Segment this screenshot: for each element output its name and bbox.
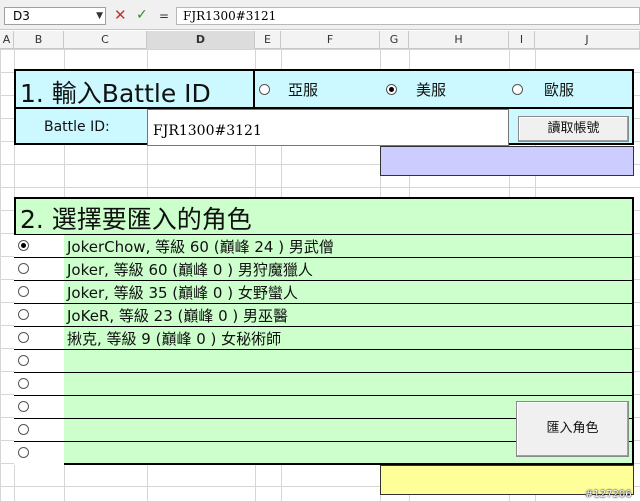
column-header-b[interactable]: B [14, 31, 64, 49]
character-radio-1[interactable] [18, 240, 29, 251]
region-label-asia: 亞服 [288, 81, 319, 99]
column-header-d[interactable]: D [147, 31, 255, 49]
enter-check-icon[interactable]: ✓ [136, 8, 148, 22]
section2-title: 2. 選擇要匯入的角色 [20, 205, 252, 234]
column-header-h[interactable]: H [409, 31, 509, 49]
cancel-icon[interactable]: ✕ [114, 8, 127, 23]
character-label-2: Joker, 等級 60 (巔峰 0 ) 男狩魔獵人 [67, 261, 313, 279]
row-divider [14, 257, 634, 258]
column-header-g[interactable]: G [380, 31, 409, 49]
column-header-j[interactable]: J [535, 31, 640, 49]
formula-input[interactable]: FJR1300#3121 [176, 7, 640, 25]
character-radio-10[interactable] [18, 447, 29, 458]
column-header-a[interactable]: A [0, 31, 14, 49]
watermark: #127206 [585, 489, 632, 500]
row-divider [14, 234, 634, 235]
region-radio-us[interactable] [386, 84, 397, 95]
region-label-eu: 歐服 [544, 81, 575, 99]
character-label-4: JoKeR, 等級 23 (巔峰 0 ) 男巫醫 [67, 307, 289, 325]
character-radio-7[interactable] [18, 378, 29, 389]
character-radio-3[interactable] [18, 286, 29, 297]
status-cell [380, 146, 634, 176]
row-divider [14, 280, 634, 281]
chevron-down-icon[interactable]: ▼ [96, 8, 103, 24]
character-label-5: 揪克, 等級 9 (巔峰 0 ) 女秘術師 [67, 330, 282, 348]
column-header-f[interactable]: F [281, 31, 380, 49]
row-divider [14, 349, 634, 350]
row-divider [14, 395, 634, 396]
battle-id-input[interactable]: FJR1300#3121 [147, 109, 509, 146]
battle-id-label: Battle ID: [44, 119, 110, 135]
column-header-c[interactable]: C [64, 31, 147, 49]
character-radio-9[interactable] [18, 424, 29, 435]
name-box[interactable]: D3 ▼ [4, 7, 106, 25]
character-label-3: Joker, 等級 35 (巔峰 0 ) 女野蠻人 [67, 284, 298, 302]
column-header-i[interactable]: I [509, 31, 535, 49]
character-radio-8[interactable] [18, 401, 29, 412]
read-account-button[interactable]: 讀取帳號 [518, 116, 629, 142]
import-character-button[interactable]: 匯入角色 [516, 401, 629, 457]
section1-title: 1. 輸入Battle ID [20, 79, 211, 108]
character-label-1: JokerChow, 等級 60 (巔峰 24 ) 男武僧 [67, 238, 334, 256]
character-radio-2[interactable] [18, 263, 29, 274]
column-header-row: A B C D E F G H I J [0, 31, 640, 49]
character-radio-5[interactable] [18, 332, 29, 343]
column-header-e[interactable]: E [255, 31, 281, 49]
name-box-value: D3 [13, 9, 30, 23]
formula-equals-icon[interactable]: = [159, 9, 169, 23]
character-radio-6[interactable] [18, 355, 29, 366]
row-divider [14, 326, 634, 327]
row-divider [14, 303, 634, 304]
region-radio-asia[interactable] [259, 84, 270, 95]
region-radio-eu[interactable] [512, 84, 523, 95]
character-radio-4[interactable] [18, 309, 29, 320]
region-label-us: 美服 [416, 81, 447, 99]
row-divider [14, 372, 634, 373]
